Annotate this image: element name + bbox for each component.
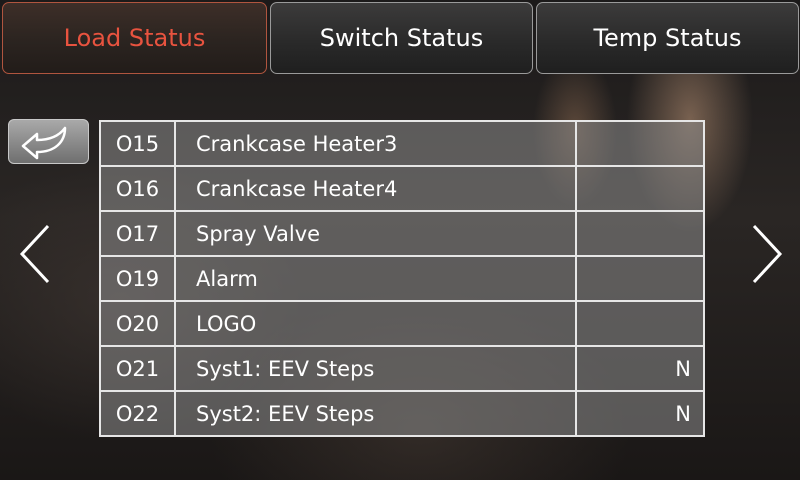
chevron-right-icon[interactable]: [746, 222, 786, 286]
output-code: O22: [99, 390, 176, 437]
output-name: Syst2: EEV Steps: [174, 390, 577, 437]
output-code: O15: [99, 120, 176, 167]
output-code: O19: [99, 255, 176, 302]
output-name: Syst1: EEV Steps: [174, 345, 577, 392]
table-row: O19 Alarm: [99, 255, 705, 302]
back-button[interactable]: [8, 119, 89, 164]
tab-temp-status[interactable]: Temp Status: [536, 2, 799, 74]
output-value: [575, 120, 705, 167]
output-code: O16: [99, 165, 176, 212]
output-value: [575, 210, 705, 257]
output-value: [575, 300, 705, 347]
output-code: O20: [99, 300, 176, 347]
back-arrow-icon: [21, 126, 66, 159]
output-code: O17: [99, 210, 176, 257]
load-status-table: O15 Crankcase Heater3 O16 Crankcase Heat…: [99, 120, 705, 465]
output-name: Crankcase Heater4: [174, 165, 577, 212]
chevron-left-icon[interactable]: [16, 222, 56, 286]
table-row: O16 Crankcase Heater4: [99, 165, 705, 212]
output-value: N: [575, 345, 705, 392]
tab-switch-status[interactable]: Switch Status: [270, 2, 533, 74]
output-code: O21: [99, 345, 176, 392]
output-value: N: [575, 390, 705, 437]
table-row: O20 LOGO: [99, 300, 705, 347]
output-name: LOGO: [174, 300, 577, 347]
table-row: O15 Crankcase Heater3: [99, 120, 705, 167]
output-value: [575, 165, 705, 212]
output-value: [575, 255, 705, 302]
output-name: Alarm: [174, 255, 577, 302]
output-name: Crankcase Heater3: [174, 120, 577, 167]
table-row: O22 Syst2: EEV Steps N: [99, 390, 705, 437]
table-row: O21 Syst1: EEV Steps N: [99, 345, 705, 392]
tab-load-status[interactable]: Load Status: [2, 2, 267, 74]
tab-bar: Load Status Switch Status Temp Status: [0, 0, 800, 76]
table-row: O17 Spray Valve: [99, 210, 705, 257]
output-name: Spray Valve: [174, 210, 577, 257]
